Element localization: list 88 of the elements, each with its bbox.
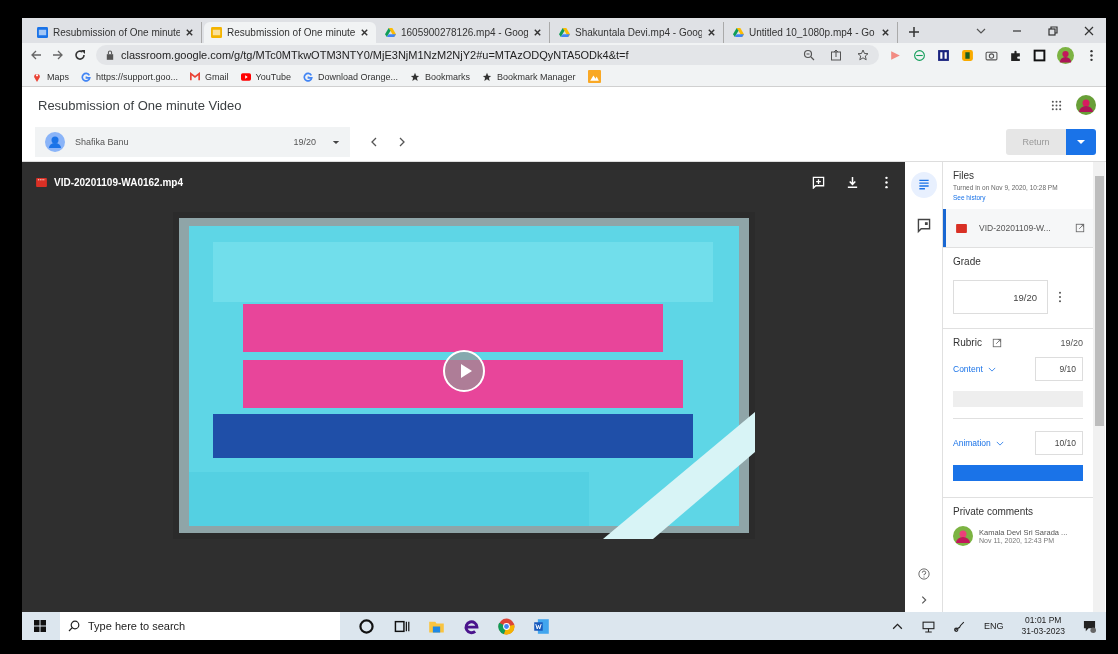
browser-tab[interactable]: Resubmission of One minute — [204, 22, 376, 43]
private-comments-heading: Private comments — [953, 506, 1035, 517]
puzzle-icon[interactable] — [1009, 48, 1022, 62]
apps-grid-icon[interactable] — [1051, 99, 1062, 111]
close-icon[interactable] — [707, 28, 716, 37]
close-icon[interactable] — [881, 28, 890, 37]
help-icon[interactable] — [917, 568, 930, 580]
close-icon[interactable] — [1083, 25, 1095, 37]
video-file-icon — [956, 223, 967, 233]
drive-icon — [559, 27, 570, 38]
avatar-icon[interactable] — [1076, 95, 1096, 115]
previous-icon[interactable] — [370, 136, 378, 148]
forward-icon[interactable] — [52, 49, 64, 61]
chrome-icon[interactable] — [498, 617, 515, 635]
grade-field[interactable]: 19/20 — [953, 280, 1048, 314]
avatar-icon[interactable] — [1057, 46, 1074, 64]
lock-icon — [106, 50, 114, 60]
bookmark[interactable]: Maps — [32, 71, 69, 82]
play-icon — [240, 71, 251, 82]
browser-e-icon[interactable] — [463, 617, 480, 635]
close-icon[interactable] — [533, 28, 542, 37]
reload-icon[interactable] — [74, 49, 86, 61]
taskbar-search-field[interactable]: Type here to search — [60, 612, 340, 640]
criterion-toggle[interactable]: Animation — [953, 438, 1004, 448]
file-name: VID-20201109-WA0162.mp4 — [54, 176, 183, 188]
download-icon[interactable] — [846, 175, 859, 189]
grade-heading: Grade — [953, 256, 982, 267]
share-icon[interactable] — [830, 49, 842, 61]
mail-icon — [190, 71, 201, 82]
extension-icon[interactable] — [937, 48, 950, 62]
search-icon — [68, 620, 80, 632]
bookmark[interactable]: YouTube — [240, 71, 291, 82]
classroom-icon — [211, 27, 222, 38]
extension-icon[interactable] — [961, 48, 974, 62]
student-selector[interactable]: Shafika Banu 19/20 — [35, 127, 350, 157]
new-tab-icon[interactable] — [908, 26, 920, 38]
back-icon[interactable] — [30, 49, 42, 61]
drive-icon — [385, 27, 396, 38]
map-pin-icon — [32, 71, 42, 82]
caret-icon — [1076, 139, 1086, 145]
next-icon[interactable] — [398, 136, 406, 148]
chevron-down-icon — [987, 366, 996, 372]
language-indicator[interactable]: ENG — [984, 621, 1004, 631]
bookmark[interactable]: Bookmark Manager — [482, 71, 576, 82]
rubric-total: 19/20 — [1060, 337, 1083, 348]
network-icon[interactable] — [922, 619, 935, 633]
side-panel-icon[interactable] — [1033, 48, 1046, 62]
add-comment-icon[interactable] — [812, 175, 825, 189]
star-icon[interactable] — [857, 49, 869, 61]
zoom-icon[interactable] — [803, 49, 815, 61]
clock[interactable]: 01:01 PM 31-03-2023 — [1021, 615, 1065, 637]
chevron-down-icon — [995, 440, 1004, 446]
caret-icon — [332, 139, 340, 145]
files-heading: Files — [953, 170, 976, 181]
page-title: Resubmission of One minute Video — [38, 97, 242, 113]
person-icon — [45, 132, 65, 152]
score-field[interactable]: 10/10 — [1035, 431, 1083, 455]
close-icon[interactable] — [185, 28, 194, 37]
close-icon[interactable] — [360, 28, 369, 37]
cortana-icon[interactable] — [358, 617, 375, 635]
open-external-icon[interactable] — [991, 337, 1002, 348]
notification-icon[interactable] — [1083, 619, 1096, 633]
bookmark[interactable]: Download Orange... — [302, 71, 398, 82]
restore-icon[interactable] — [1047, 25, 1059, 37]
word-icon[interactable] — [533, 617, 550, 635]
windows-icon[interactable] — [34, 620, 46, 632]
pen-icon[interactable] — [953, 619, 966, 633]
scrollbar[interactable] — [1093, 162, 1105, 612]
open-external-icon[interactable] — [1074, 223, 1085, 233]
star-icon — [410, 71, 420, 82]
address-bar[interactable]: classroom.google.com/g/tg/MTc0MTkwOTM3NTY0/MjE3NjM1NzM2NjY2#u=MTAzODQyNTA5ODk4&t=f — [96, 45, 879, 65]
criterion-toggle[interactable]: Content — [953, 364, 996, 374]
bookmark[interactable]: Gmail — [190, 71, 229, 82]
video-file-icon — [36, 177, 47, 187]
attachment-item[interactable]: VID-20201109-W... — [943, 209, 1093, 247]
drive-icon — [733, 27, 744, 38]
g-logo-icon — [302, 71, 313, 82]
more-icon[interactable] — [1058, 291, 1062, 303]
avatar-icon — [953, 526, 973, 546]
files-icon[interactable] — [910, 172, 937, 198]
star-icon — [482, 71, 493, 82]
g-logo-icon — [81, 71, 91, 82]
bookmark[interactable]: Bookmarks — [410, 71, 471, 82]
classroom-icon — [37, 27, 48, 38]
url-text: classroom.google.com/g/tg/MTc0MTkwOTM3NTY0/MjE3NjM1NzM2NjY2#u=MTAzODQyNTA5ODk4&t=f — [121, 49, 629, 61]
rubric-heading: Rubric — [953, 337, 982, 348]
score-field[interactable]: 9/10 — [1035, 357, 1083, 381]
bookmark[interactable]: https://support.goo... — [81, 71, 179, 82]
